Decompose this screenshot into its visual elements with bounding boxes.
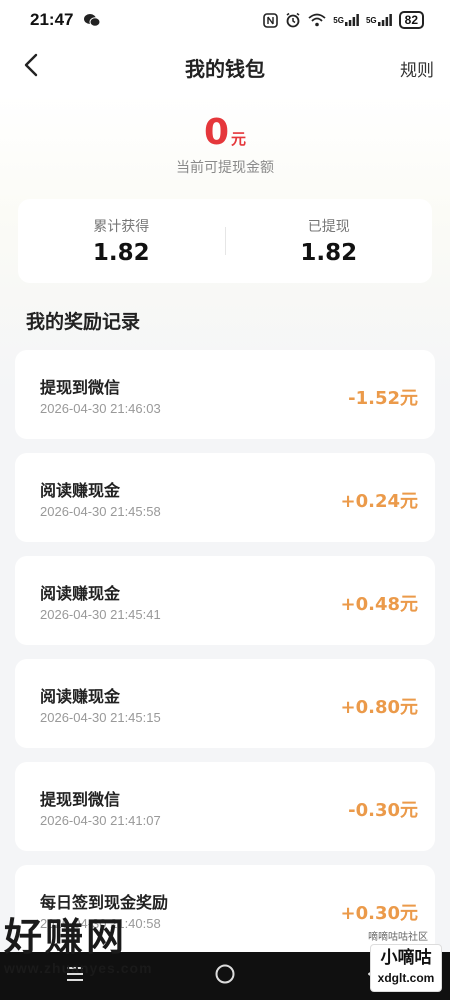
record-time: 2026-04-30 21:41:07 bbox=[40, 813, 161, 828]
record-item[interactable]: 提现到微信 2026-04-30 21:41:07 -0.30元 bbox=[15, 762, 435, 851]
balance-amount: 0 bbox=[203, 112, 230, 153]
back-button[interactable] bbox=[16, 52, 46, 82]
watermark-badge: 小嘀咕 xdglt.com bbox=[370, 944, 442, 992]
record-amount: -0.30元 bbox=[348, 800, 418, 821]
record-item[interactable]: 阅读赚现金 2026-04-30 21:45:58 +0.24元 bbox=[15, 453, 435, 542]
records-list: 提现到微信 2026-04-30 21:46:03 -1.52元 阅读赚现金 2… bbox=[15, 350, 435, 968]
rules-link[interactable]: 规则 bbox=[400, 56, 434, 81]
record-title: 阅读赚现金 bbox=[40, 687, 121, 706]
records-title: 我的奖励记录 bbox=[26, 311, 141, 333]
record-item[interactable]: 阅读赚现金 2026-04-30 21:45:41 +0.48元 bbox=[15, 556, 435, 645]
stat-earned-value: 1.82 bbox=[92, 240, 150, 266]
balance-caption: 当前可提现金额 bbox=[176, 160, 274, 176]
status-bar: 21:47 5G 5G 82 bbox=[0, 0, 450, 40]
record-item[interactable]: 阅读赚现金 2026-04-30 21:45:15 +0.80元 bbox=[15, 659, 435, 748]
status-time: 21:47 bbox=[30, 10, 74, 29]
record-item[interactable]: 提现到微信 2026-04-30 21:46:03 -1.52元 bbox=[15, 350, 435, 439]
watermark-badge-title: 小嘀咕 bbox=[380, 948, 432, 968]
record-time: 2026-04-30 21:45:15 bbox=[40, 710, 161, 725]
record-amount: +0.24元 bbox=[340, 491, 419, 512]
stat-withdrawn-value: 1.82 bbox=[300, 240, 358, 266]
record-time: 2026-04-30 21:45:41 bbox=[40, 607, 161, 622]
balance: 0元 bbox=[0, 112, 450, 153]
watermark-community: 嘀嘀咕咕社区 bbox=[368, 932, 428, 943]
nfc-icon bbox=[263, 11, 279, 29]
watermark-url: www.zhuanyes.com bbox=[4, 960, 153, 976]
signal-5g-icon: 5G bbox=[366, 11, 392, 29]
stats-card: 累计获得 1.82 已提现 1.82 bbox=[18, 199, 432, 283]
wifi-icon bbox=[308, 11, 326, 29]
record-amount: +0.30元 bbox=[340, 903, 419, 924]
stat-withdrawn: 已提现 1.82 bbox=[226, 216, 433, 266]
home-icon bbox=[214, 963, 236, 989]
signal-5g-icon: 5G bbox=[333, 11, 359, 29]
record-title: 每日签到现金奖励 bbox=[40, 893, 169, 912]
record-title: 提现到微信 bbox=[40, 790, 121, 809]
watermark-brand: 好赚网 bbox=[4, 915, 128, 959]
home-button[interactable] bbox=[205, 956, 245, 996]
record-title: 提现到微信 bbox=[40, 378, 121, 397]
watermark-badge-url: xdglt.com bbox=[377, 971, 435, 985]
record-time: 2026-04-30 21:45:58 bbox=[40, 504, 161, 519]
balance-unit: 元 bbox=[231, 130, 247, 148]
record-title: 阅读赚现金 bbox=[40, 481, 121, 500]
page-title: 我的钱包 bbox=[185, 56, 265, 81]
record-amount: -1.52元 bbox=[348, 388, 418, 409]
stat-earned: 累计获得 1.82 bbox=[18, 216, 225, 266]
record-title: 阅读赚现金 bbox=[40, 584, 121, 603]
wechat-icon bbox=[83, 11, 101, 29]
record-time: 2026-04-30 21:46:03 bbox=[40, 401, 161, 416]
stat-earned-label: 累计获得 bbox=[93, 219, 150, 235]
chevron-left-icon bbox=[23, 53, 39, 81]
stat-withdrawn-label: 已提现 bbox=[307, 219, 350, 235]
record-amount: +0.48元 bbox=[340, 594, 419, 615]
battery-indicator: 82 bbox=[398, 11, 424, 29]
header: 我的钱包 规则 bbox=[0, 40, 450, 94]
record-amount: +0.80元 bbox=[340, 697, 419, 718]
watermark-logo: 好赚网 www.zhuanyes.com bbox=[4, 916, 189, 992]
alarm-icon bbox=[285, 11, 301, 29]
